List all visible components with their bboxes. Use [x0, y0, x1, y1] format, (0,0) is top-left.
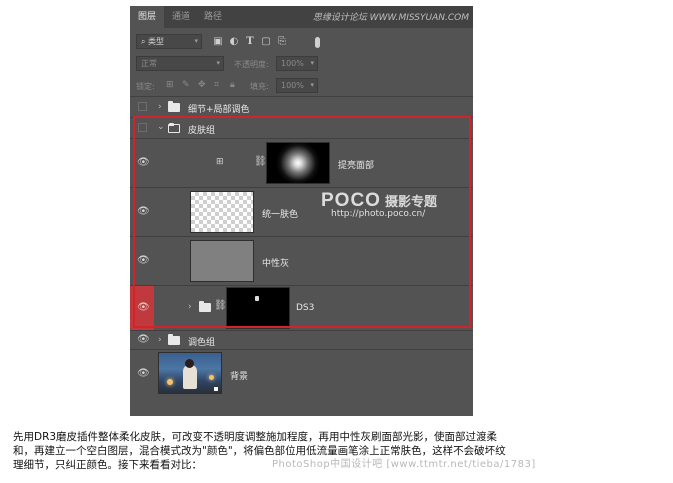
- photo-figure-head: [185, 359, 194, 368]
- layer-name: DS3: [296, 303, 315, 313]
- eye-icon[interactable]: 👁︎: [137, 256, 150, 266]
- levels-adjustment-icon: ⊞: [216, 157, 224, 167]
- layer-thumbnail-gray[interactable]: [190, 240, 254, 282]
- layer-mask-thumbnail[interactable]: [266, 142, 330, 184]
- lock-label: 锁定:: [136, 82, 155, 91]
- layer-name: 统一肤色: [262, 210, 299, 220]
- caption-line: 先用DR3磨皮插件整体柔化皮肤，可改变不透明度调整施加程度，再用中性灰刷面部光影…: [13, 431, 498, 443]
- blend-row: 正常 ▾ 不透明度: 100% ▾: [130, 54, 473, 72]
- chevron-right-icon[interactable]: ›: [188, 302, 192, 312]
- chevron-down-icon: ▾: [194, 37, 198, 45]
- fill-value: 100%: [281, 81, 304, 90]
- lock-icon: [213, 386, 219, 392]
- lock-artboard-icon[interactable]: ⌗: [214, 80, 219, 90]
- poco-title: 摄影专题: [384, 195, 437, 210]
- chevron-right-icon[interactable]: ›: [158, 335, 162, 345]
- fill-label: 填充:: [250, 82, 269, 91]
- poco-url: http://photo.poco.cn/: [331, 209, 426, 219]
- layer-name: 皮肤组: [188, 126, 216, 136]
- lock-position-icon[interactable]: ✥: [198, 80, 206, 90]
- layer-row-skin-group[interactable]: ⌄ 皮肤组: [130, 118, 473, 138]
- type-filter-icon[interactable]: T: [244, 35, 256, 49]
- chevron-down-icon: ▾: [310, 81, 314, 89]
- layer-name: 中性灰: [262, 259, 290, 269]
- tab-layers[interactable]: 图层: [130, 6, 164, 28]
- photo-figure: [183, 365, 197, 389]
- layer-name: 细节+局部调色: [188, 105, 250, 115]
- filter-row: ⌕ 类型 ▾ ▣ ◐ T ▢ ⎘: [130, 32, 473, 50]
- lock-transparency-icon[interactable]: ⊞: [166, 80, 174, 90]
- folder-icon: [168, 334, 180, 345]
- watermark-top: 思缘设计论坛 WWW.MISSYUAN.COM: [312, 13, 469, 23]
- smart-object-filter-icon[interactable]: ⎘: [276, 35, 288, 49]
- folder-open-icon: [168, 123, 180, 133]
- layer-row-color-group[interactable]: 👁︎ › 调色组: [130, 331, 473, 349]
- folder-icon: [199, 301, 211, 312]
- layer-row-background[interactable]: 👁︎ 背景: [130, 350, 473, 396]
- opacity-value: 100%: [281, 59, 304, 68]
- blend-mode-value: 正常: [141, 59, 157, 68]
- layer-row-detail-group[interactable]: › 细节+局部调色: [130, 97, 473, 117]
- panel-tab-bar: 图层 通道 路径 思缘设计论坛 WWW.MISSYUAN.COM: [130, 6, 473, 28]
- adjustment-filter-icon[interactable]: ◐: [228, 35, 240, 49]
- layer-name: 调色组: [188, 338, 216, 348]
- layer-row-ds3[interactable]: 👁︎ › ⛓︎ DS3: [130, 286, 473, 330]
- visibility-toggle[interactable]: [138, 102, 147, 111]
- shape-filter-icon[interactable]: ▢: [260, 35, 272, 49]
- eye-icon[interactable]: 👁︎: [137, 335, 150, 345]
- photo-lantern: [167, 379, 173, 385]
- tab-paths[interactable]: 路径: [198, 6, 228, 28]
- lock-all-icon[interactable]: 🔒︎: [230, 80, 235, 90]
- layer-row-brighten-face[interactable]: 👁︎ ⊞ ⛓︎ 提亮面部: [130, 139, 473, 187]
- pixel-filter-icon[interactable]: ▣: [212, 35, 224, 49]
- tab-channels[interactable]: 通道: [166, 6, 196, 28]
- eye-icon[interactable]: 👁︎: [137, 207, 150, 217]
- blend-mode-select[interactable]: 正常 ▾: [136, 56, 224, 71]
- lock-pixels-icon[interactable]: ✎: [182, 80, 190, 90]
- filter-toggle-icon[interactable]: [315, 37, 320, 48]
- opacity-label: 不透明度:: [234, 60, 269, 69]
- chevron-down-icon[interactable]: ⌄: [157, 122, 165, 132]
- filter-type-label: 类型: [148, 37, 165, 46]
- chevron-right-icon[interactable]: ›: [158, 102, 162, 112]
- layer-mask-thumbnail[interactable]: [226, 287, 290, 329]
- layer-row-neutral-gray[interactable]: 👁︎ 中性灰: [130, 237, 473, 285]
- photo-lantern: [209, 375, 214, 380]
- lock-row: 锁定: ⊞ ✎ ✥ ⌗ 🔒︎ 填充: 100% ▾: [130, 76, 473, 94]
- filter-type-select[interactable]: ⌕ 类型 ▾: [136, 34, 202, 49]
- visibility-toggle[interactable]: [138, 123, 147, 132]
- eye-icon[interactable]: 👁︎: [137, 303, 150, 313]
- eye-icon[interactable]: 👁︎: [137, 158, 150, 168]
- layer-name: 提亮面部: [338, 161, 375, 171]
- watermark-bottom: PhotoShop中国设计吧 [www.ttmtr.net/tieba/1783…: [272, 459, 536, 470]
- poco-brand: POCO: [321, 190, 381, 211]
- layer-name: 背景: [230, 372, 249, 382]
- folder-icon: [168, 101, 180, 112]
- eye-icon[interactable]: 👁︎: [137, 369, 150, 379]
- opacity-input[interactable]: 100% ▾: [276, 56, 318, 71]
- chevron-down-icon: ▾: [216, 59, 220, 67]
- link-icon[interactable]: ⛓︎: [214, 300, 227, 311]
- layer-thumbnail-transparent[interactable]: [190, 191, 254, 233]
- filter-search-icon: ⌕: [141, 37, 149, 46]
- mask-spot: [255, 296, 259, 301]
- link-icon[interactable]: ⛓︎: [254, 156, 267, 167]
- chevron-down-icon: ▾: [310, 59, 314, 67]
- layer-thumbnail-photo[interactable]: [158, 352, 222, 394]
- fill-input[interactable]: 100% ▾: [276, 78, 318, 93]
